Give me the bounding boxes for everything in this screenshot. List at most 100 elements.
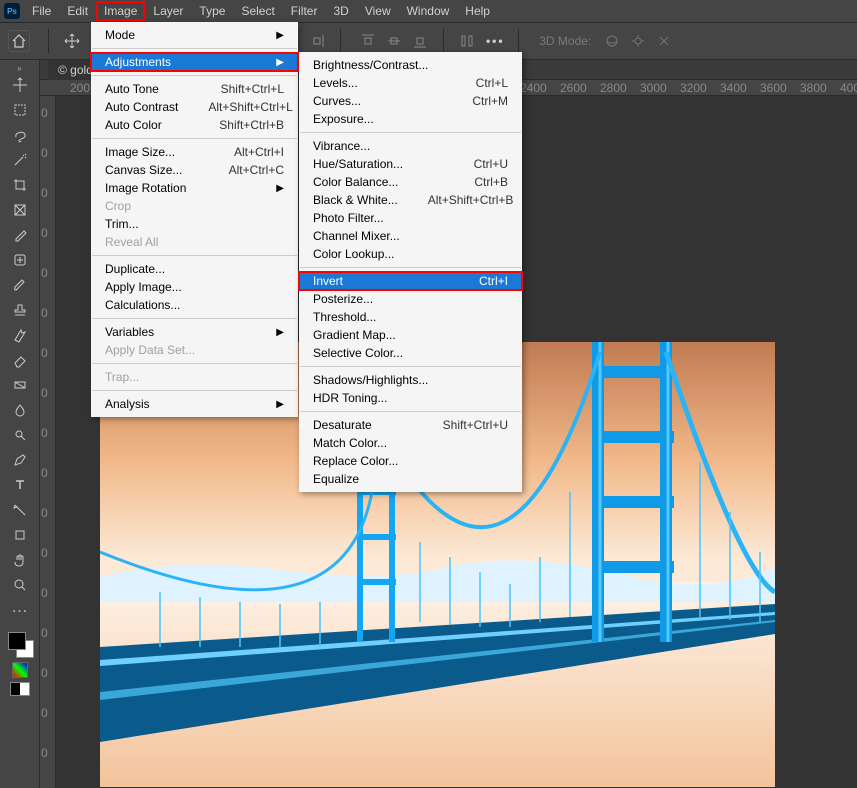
- submenu-arrow-icon: ▶: [276, 327, 284, 338]
- tool-crop[interactable]: [6, 173, 34, 197]
- adjust-menu-exposure[interactable]: Exposure...: [299, 110, 522, 128]
- adjust-menu-invert[interactable]: InvertCtrl+I: [299, 272, 522, 290]
- image-menu-auto-contrast[interactable]: Auto ContrastAlt+Shift+Ctrl+L: [91, 98, 298, 116]
- divider: [518, 29, 519, 53]
- tool-marquee[interactable]: [6, 98, 34, 122]
- adjust-menu-color-lookup[interactable]: Color Lookup...: [299, 245, 522, 263]
- tool-lasso[interactable]: [6, 123, 34, 147]
- menu-view[interactable]: View: [357, 1, 399, 21]
- tool-frame[interactable]: [6, 198, 34, 222]
- color-picker-mini[interactable]: [12, 662, 28, 678]
- history-icon: [12, 327, 28, 343]
- pen-icon: [12, 452, 28, 468]
- color-swatches[interactable]: [6, 630, 34, 658]
- image-menu-canvas-size[interactable]: Canvas Size...Alt+Ctrl+C: [91, 161, 298, 179]
- menu-type[interactable]: Type: [191, 1, 233, 21]
- tool-path[interactable]: [6, 498, 34, 522]
- tool-shape[interactable]: [6, 523, 34, 547]
- tool-pen[interactable]: [6, 448, 34, 472]
- more-options-button[interactable]: •••: [484, 30, 506, 52]
- adjust-menu-levels[interactable]: Levels...Ctrl+L: [299, 74, 522, 92]
- menuitem-label: Desaturate: [313, 418, 372, 432]
- menu-separator: [92, 255, 297, 256]
- menu-3d[interactable]: 3D: [325, 1, 356, 21]
- adjust-menu-posterize[interactable]: Posterize...: [299, 290, 522, 308]
- adjust-menu-hue-saturation[interactable]: Hue/Saturation...Ctrl+U: [299, 155, 522, 173]
- image-menu-duplicate[interactable]: Duplicate...: [91, 260, 298, 278]
- adjust-menu-photo-filter[interactable]: Photo Filter...: [299, 209, 522, 227]
- menu-separator: [92, 75, 297, 76]
- adjust-menu-replace-color[interactable]: Replace Color...: [299, 452, 522, 470]
- align-vcenter-button[interactable]: [383, 30, 405, 52]
- quickmask-toggle[interactable]: [10, 682, 30, 696]
- adjust-menu-vibrance[interactable]: Vibrance...: [299, 137, 522, 155]
- tool-gradient[interactable]: [6, 373, 34, 397]
- image-menu-apply-image[interactable]: Apply Image...: [91, 278, 298, 296]
- menuitem-label: Trim...: [105, 217, 139, 231]
- align-right-button[interactable]: [306, 30, 328, 52]
- tool-history[interactable]: [6, 323, 34, 347]
- align-top-button[interactable]: [357, 30, 379, 52]
- image-menu-auto-color[interactable]: Auto ColorShift+Ctrl+B: [91, 116, 298, 134]
- adjust-menu-match-color[interactable]: Match Color...: [299, 434, 522, 452]
- tool-type[interactable]: [6, 473, 34, 497]
- image-menu-mode[interactable]: Mode▶: [91, 26, 298, 44]
- image-menu-trim[interactable]: Trim...: [91, 215, 298, 233]
- tool-eyedropper[interactable]: [6, 223, 34, 247]
- menuitem-label: Levels...: [313, 76, 358, 90]
- image-menu-analysis[interactable]: Analysis▶: [91, 395, 298, 413]
- slide-3d-button[interactable]: [653, 30, 675, 52]
- panel-collapse-handle[interactable]: »: [0, 64, 39, 72]
- more-tools-button[interactable]: ⋯: [6, 599, 34, 623]
- menu-window[interactable]: Window: [399, 1, 458, 21]
- align-bottom-button[interactable]: [409, 30, 431, 52]
- menubar: Ps FileEditImageLayerTypeSelectFilter3DV…: [0, 0, 857, 22]
- pan-3d-button[interactable]: [627, 30, 649, 52]
- menu-file[interactable]: File: [24, 1, 59, 21]
- home-button[interactable]: [8, 30, 30, 52]
- adjust-menu-shadows-highlights[interactable]: Shadows/Highlights...: [299, 371, 522, 389]
- menu-filter[interactable]: Filter: [283, 1, 326, 21]
- ruler-tick: 2800: [600, 80, 627, 95]
- tool-heal[interactable]: [6, 248, 34, 272]
- adjust-menu-threshold[interactable]: Threshold...: [299, 308, 522, 326]
- adjust-menu-hdr-toning[interactable]: HDR Toning...: [299, 389, 522, 407]
- orbit-3d-button[interactable]: [601, 30, 623, 52]
- adjust-menu-gradient-map[interactable]: Gradient Map...: [299, 326, 522, 344]
- menu-edit[interactable]: Edit: [59, 1, 96, 21]
- menu-help[interactable]: Help: [457, 1, 498, 21]
- menuitem-label: Channel Mixer...: [313, 229, 400, 243]
- tool-zoom[interactable]: [6, 573, 34, 597]
- adjust-menu-desaturate[interactable]: DesaturateShift+Ctrl+U: [299, 416, 522, 434]
- adjust-menu-color-balance[interactable]: Color Balance...Ctrl+B: [299, 173, 522, 191]
- menu-select[interactable]: Select: [233, 1, 282, 21]
- tool-blur[interactable]: [6, 398, 34, 422]
- adjust-menu-selective-color[interactable]: Selective Color...: [299, 344, 522, 362]
- menuitem-label: Crop: [105, 199, 131, 213]
- tool-hand[interactable]: [6, 548, 34, 572]
- adjust-menu-brightness-contrast[interactable]: Brightness/Contrast...: [299, 56, 522, 74]
- tool-brush[interactable]: [6, 273, 34, 297]
- adjust-menu-channel-mixer[interactable]: Channel Mixer...: [299, 227, 522, 245]
- image-menu-adjustments[interactable]: Adjustments▶: [91, 53, 298, 71]
- image-menu-variables[interactable]: Variables▶: [91, 323, 298, 341]
- eraser-icon: [12, 352, 28, 368]
- tool-wand[interactable]: [6, 148, 34, 172]
- foreground-swatch[interactable]: [8, 632, 26, 650]
- menu-image[interactable]: Image: [96, 1, 145, 21]
- image-menu-image-rotation[interactable]: Image Rotation▶: [91, 179, 298, 197]
- image-menu-image-size[interactable]: Image Size...Alt+Ctrl+I: [91, 143, 298, 161]
- tool-move[interactable]: [6, 73, 34, 97]
- adjust-menu-equalize[interactable]: Equalize: [299, 470, 522, 488]
- menu-layer[interactable]: Layer: [145, 1, 191, 21]
- distribute-button[interactable]: [456, 30, 478, 52]
- image-menu-auto-tone[interactable]: Auto ToneShift+Ctrl+L: [91, 80, 298, 98]
- menuitem-label: Shadows/Highlights...: [313, 373, 428, 387]
- adjust-menu-black-white[interactable]: Black & White...Alt+Shift+Ctrl+B: [299, 191, 522, 209]
- tool-stamp[interactable]: [6, 298, 34, 322]
- image-menu-calculations[interactable]: Calculations...: [91, 296, 298, 314]
- tool-eraser[interactable]: [6, 348, 34, 372]
- adjust-menu-curves[interactable]: Curves...Ctrl+M: [299, 92, 522, 110]
- menu-separator: [92, 390, 297, 391]
- tool-dodge[interactable]: [6, 423, 34, 447]
